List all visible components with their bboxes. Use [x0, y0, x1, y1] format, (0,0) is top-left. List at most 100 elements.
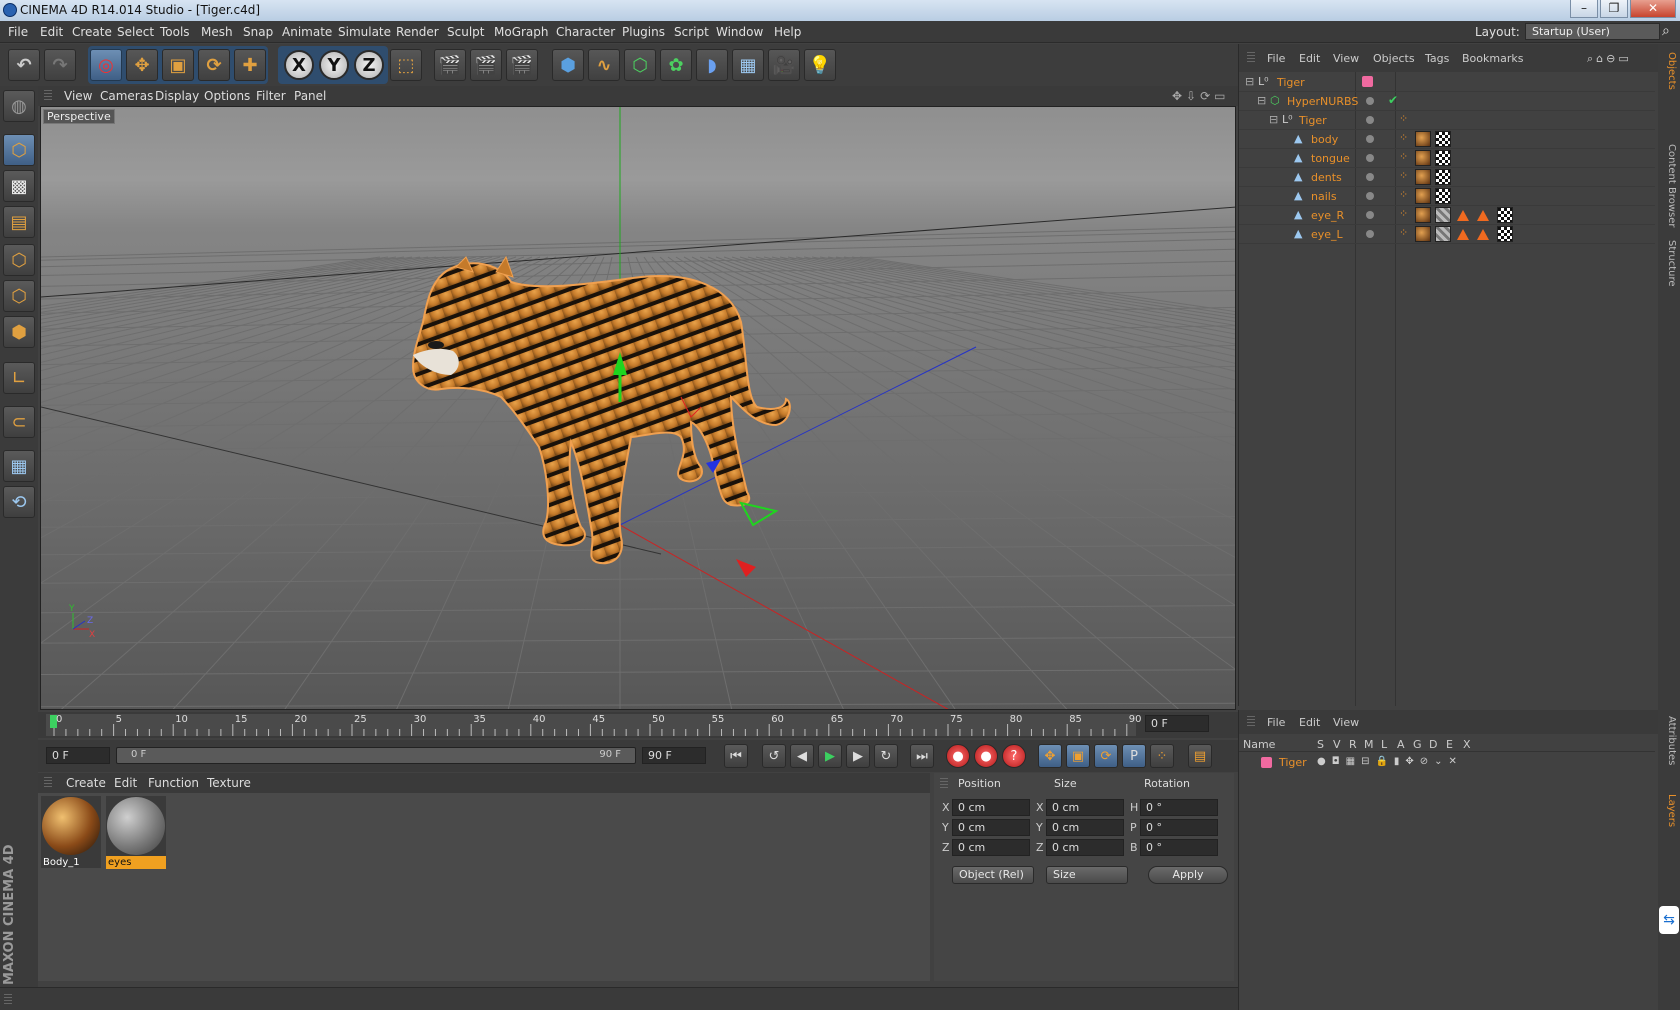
phong-tag-icon[interactable]: ⁘ [1399, 226, 1408, 239]
size-y-field[interactable]: 0 cm [1046, 819, 1124, 836]
material-eyes[interactable]: eyes [106, 796, 166, 869]
render-settings-icon[interactable]: 🎬 [506, 49, 538, 81]
tab-objects[interactable]: Objects [1661, 52, 1677, 90]
object-row-tongue[interactable]: ▲ tongue ⁘ [1239, 149, 1655, 168]
timeline-ruler[interactable]: 0 5 10 15 20 25 30 35 40 45 50 55 60 65 70 75 80 85 90 0 F [38, 712, 1238, 738]
undo-icon[interactable]: ↶ [8, 49, 40, 81]
texture-mode-icon[interactable]: ▩ [3, 170, 35, 202]
selection-tag-icon[interactable] [1477, 229, 1489, 240]
object-row-nails[interactable]: ▲ nails ⁘ [1239, 187, 1655, 206]
previous-frame-icon[interactable]: ◀ [790, 744, 814, 768]
material-menu-create[interactable]: Create [66, 776, 106, 790]
layer-row-tiger[interactable]: Tiger ●◘▦⊟🔒▮✥⊘⌄✕ [1239, 754, 1655, 771]
collapse-icon[interactable]: ⊟ [1257, 94, 1266, 107]
model-mode-icon[interactable]: ⬡ [3, 134, 35, 166]
key-rotation-icon[interactable]: ⟳ [1094, 744, 1118, 768]
visibility-dot[interactable] [1366, 154, 1374, 162]
spline-icon[interactable]: ∿ [588, 49, 620, 81]
menu-plugins[interactable]: Plugins [622, 25, 665, 39]
menu-render[interactable]: Render [396, 25, 439, 39]
selection-tag-icon[interactable] [1477, 210, 1489, 221]
render-view-icon[interactable]: 🎬 [434, 49, 466, 81]
frame-range-slider[interactable]: 0 F 90 F [116, 747, 636, 764]
material-menu-function[interactable]: Function [148, 776, 199, 790]
layer-menu-edit[interactable]: Edit [1299, 716, 1320, 729]
object-row-hypernurbs[interactable]: ⊟ ⬡ HyperNURBS ✔ [1239, 92, 1655, 111]
key-parameter-icon[interactable]: P [1122, 744, 1146, 768]
close-button[interactable]: ✕ [1630, 0, 1676, 18]
visibility-dot[interactable] [1366, 230, 1374, 238]
layer-menu-file[interactable]: File [1267, 716, 1285, 729]
x-axis-lock-icon[interactable]: X [284, 50, 314, 80]
coordinate-mode-select[interactable]: Object (Rel) [952, 866, 1034, 884]
material-menu-texture[interactable]: Texture [207, 776, 251, 790]
uvw-tag-icon[interactable] [1435, 169, 1451, 185]
texture-tag-icon[interactable] [1415, 188, 1431, 204]
menu-snap[interactable]: Snap [243, 25, 273, 39]
render-picture-viewer-icon[interactable]: 🎬 [470, 49, 502, 81]
workplane-lock-icon[interactable]: ▦ [3, 450, 35, 482]
go-to-start-icon[interactable]: ⏮ [724, 744, 748, 768]
viewport-menu-cameras[interactable]: Cameras [100, 89, 153, 103]
visibility-dot[interactable] [1366, 211, 1374, 219]
uvw-tag-icon[interactable] [1435, 131, 1451, 147]
next-frame-icon[interactable]: ▶ [846, 744, 870, 768]
maximize-button[interactable]: ❐ [1600, 0, 1628, 18]
column-xref[interactable]: X [1463, 738, 1471, 751]
camera-icon[interactable]: 🎥 [768, 49, 800, 81]
object-menu-objects[interactable]: Objects [1373, 52, 1415, 65]
uvw-tag-icon[interactable] [1435, 188, 1451, 204]
create-object-icon[interactable]: ✚ [234, 49, 266, 81]
size-z-field[interactable]: 0 cm [1046, 839, 1124, 856]
visibility-dot[interactable] [1366, 173, 1374, 181]
size-x-field[interactable]: 0 cm [1046, 799, 1124, 816]
make-editable-icon[interactable]: ◍ [3, 90, 35, 122]
key-position-icon[interactable]: ✥ [1038, 744, 1062, 768]
redo-icon[interactable]: ↷ [44, 49, 76, 81]
texture-tag-icon[interactable] [1435, 226, 1451, 242]
texture-tag-icon[interactable] [1415, 131, 1431, 147]
size-mode-select[interactable]: Size [1046, 866, 1128, 884]
uvw-tag-icon[interactable] [1435, 150, 1451, 166]
visibility-dot[interactable] [1366, 116, 1374, 124]
play-icon[interactable]: ▶ [818, 744, 842, 768]
viewport-menu-options[interactable]: Options [204, 89, 250, 103]
selection-tag-icon[interactable] [1457, 229, 1469, 240]
layout-select[interactable]: Startup (User) [1525, 23, 1660, 40]
phong-tag-icon[interactable]: ⁘ [1399, 207, 1408, 220]
rotation-p-field[interactable]: 0 ° [1140, 819, 1218, 836]
texture-tag-icon[interactable] [1415, 226, 1431, 242]
visibility-dot[interactable] [1366, 97, 1374, 105]
menu-simulate[interactable]: Simulate [338, 25, 391, 39]
menu-select[interactable]: Select [117, 25, 154, 39]
material-menu-edit[interactable]: Edit [114, 776, 137, 790]
texture-tag-icon[interactable] [1415, 169, 1431, 185]
object-menu-bookmarks[interactable]: Bookmarks [1462, 52, 1523, 65]
autokey-icon[interactable]: ● [974, 744, 998, 768]
object-row-eye-l[interactable]: ▲ eye_L ⁘ [1239, 225, 1655, 244]
scale-icon[interactable]: ▣ [162, 49, 194, 81]
tab-layers[interactable]: Layers [1661, 794, 1677, 827]
edges-mode-icon[interactable]: ⬡ [3, 280, 35, 312]
rotation-b-field[interactable]: 0 ° [1140, 839, 1218, 856]
phong-tag-icon[interactable]: ⁘ [1399, 131, 1408, 144]
selection-tag-icon[interactable] [1457, 210, 1469, 221]
column-expressions[interactable]: E [1446, 738, 1453, 751]
planar-workplane-icon[interactable]: ⟲ [3, 486, 35, 518]
search-icon[interactable]: ⌕ [1662, 23, 1670, 39]
menu-tools[interactable]: Tools [160, 25, 190, 39]
object-search-home-icons[interactable]: ⌕⌂⊖▭ [1587, 52, 1632, 66]
mograph-cloner-icon[interactable]: ✿ [660, 49, 692, 81]
tab-content-browser[interactable]: Content Browser [1661, 144, 1677, 227]
deformer-icon[interactable]: ◗ [696, 49, 728, 81]
visibility-dot[interactable] [1366, 135, 1374, 143]
menu-character[interactable]: Character [556, 25, 615, 39]
menu-sculpt[interactable]: Sculpt [447, 25, 484, 39]
object-menu-edit[interactable]: Edit [1299, 52, 1320, 65]
live-selection-icon[interactable]: ◎ [90, 49, 122, 81]
menu-mesh[interactable]: Mesh [201, 25, 233, 39]
enabled-check-icon[interactable]: ✔ [1388, 93, 1398, 107]
menu-create[interactable]: Create [72, 25, 112, 39]
object-row-body[interactable]: ▲ body ⁘ [1239, 130, 1655, 149]
menu-file[interactable]: File [8, 25, 28, 39]
